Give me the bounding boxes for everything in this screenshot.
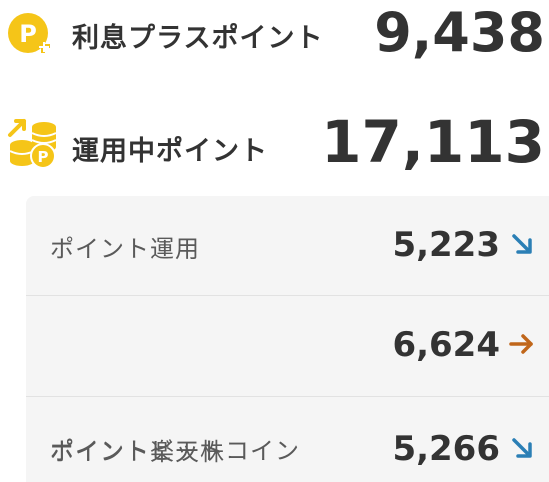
down-right-arrow-icon [512, 234, 532, 254]
svg-text:P: P [19, 20, 37, 48]
right-arrow-icon [509, 334, 533, 354]
breakdown-label: ポイント運用 [50, 235, 200, 263]
investing-points-label: 運用中ポイント [72, 136, 268, 167]
breakdown-value: 5,266 [392, 429, 500, 469]
down-right-arrow-icon [512, 438, 532, 458]
interest-points-label: 利息プラスポイント [72, 23, 324, 54]
svg-text:P: P [38, 148, 49, 166]
breakdown-row-point-bitcoin[interactable]: ポイントビットコイン 6,624 [26, 296, 549, 465]
breakdown-row-point-rakuten-stock[interactable]: ポイント楽天株 5,266 [26, 397, 549, 482]
coin-stack-growth-icon: P [8, 119, 57, 169]
breakdown-label: ポイント楽天株 [50, 438, 225, 466]
breakdown-row-point-investment[interactable]: ポイント運用 5,223 [26, 196, 549, 295]
interest-points-value: 9,438 [374, 1, 545, 64]
interest-points-row: P 利息プラスポイント 9,438 [0, 0, 549, 66]
breakdown-value: 6,624 [392, 325, 500, 365]
breakdown-value: 5,223 [392, 225, 500, 265]
investing-points-value: 17,113 [321, 108, 545, 176]
points-breakdown-panel: ポイント運用 5,223 ポイントビットコイン 6,624 ポイント楽天株 5,… [26, 196, 549, 482]
points-summary-page: P 利息プラスポイント 9,438 P 運用中ポイント 17,113 ポイント運… [0, 0, 549, 482]
points-plus-icon: P [8, 13, 50, 53]
